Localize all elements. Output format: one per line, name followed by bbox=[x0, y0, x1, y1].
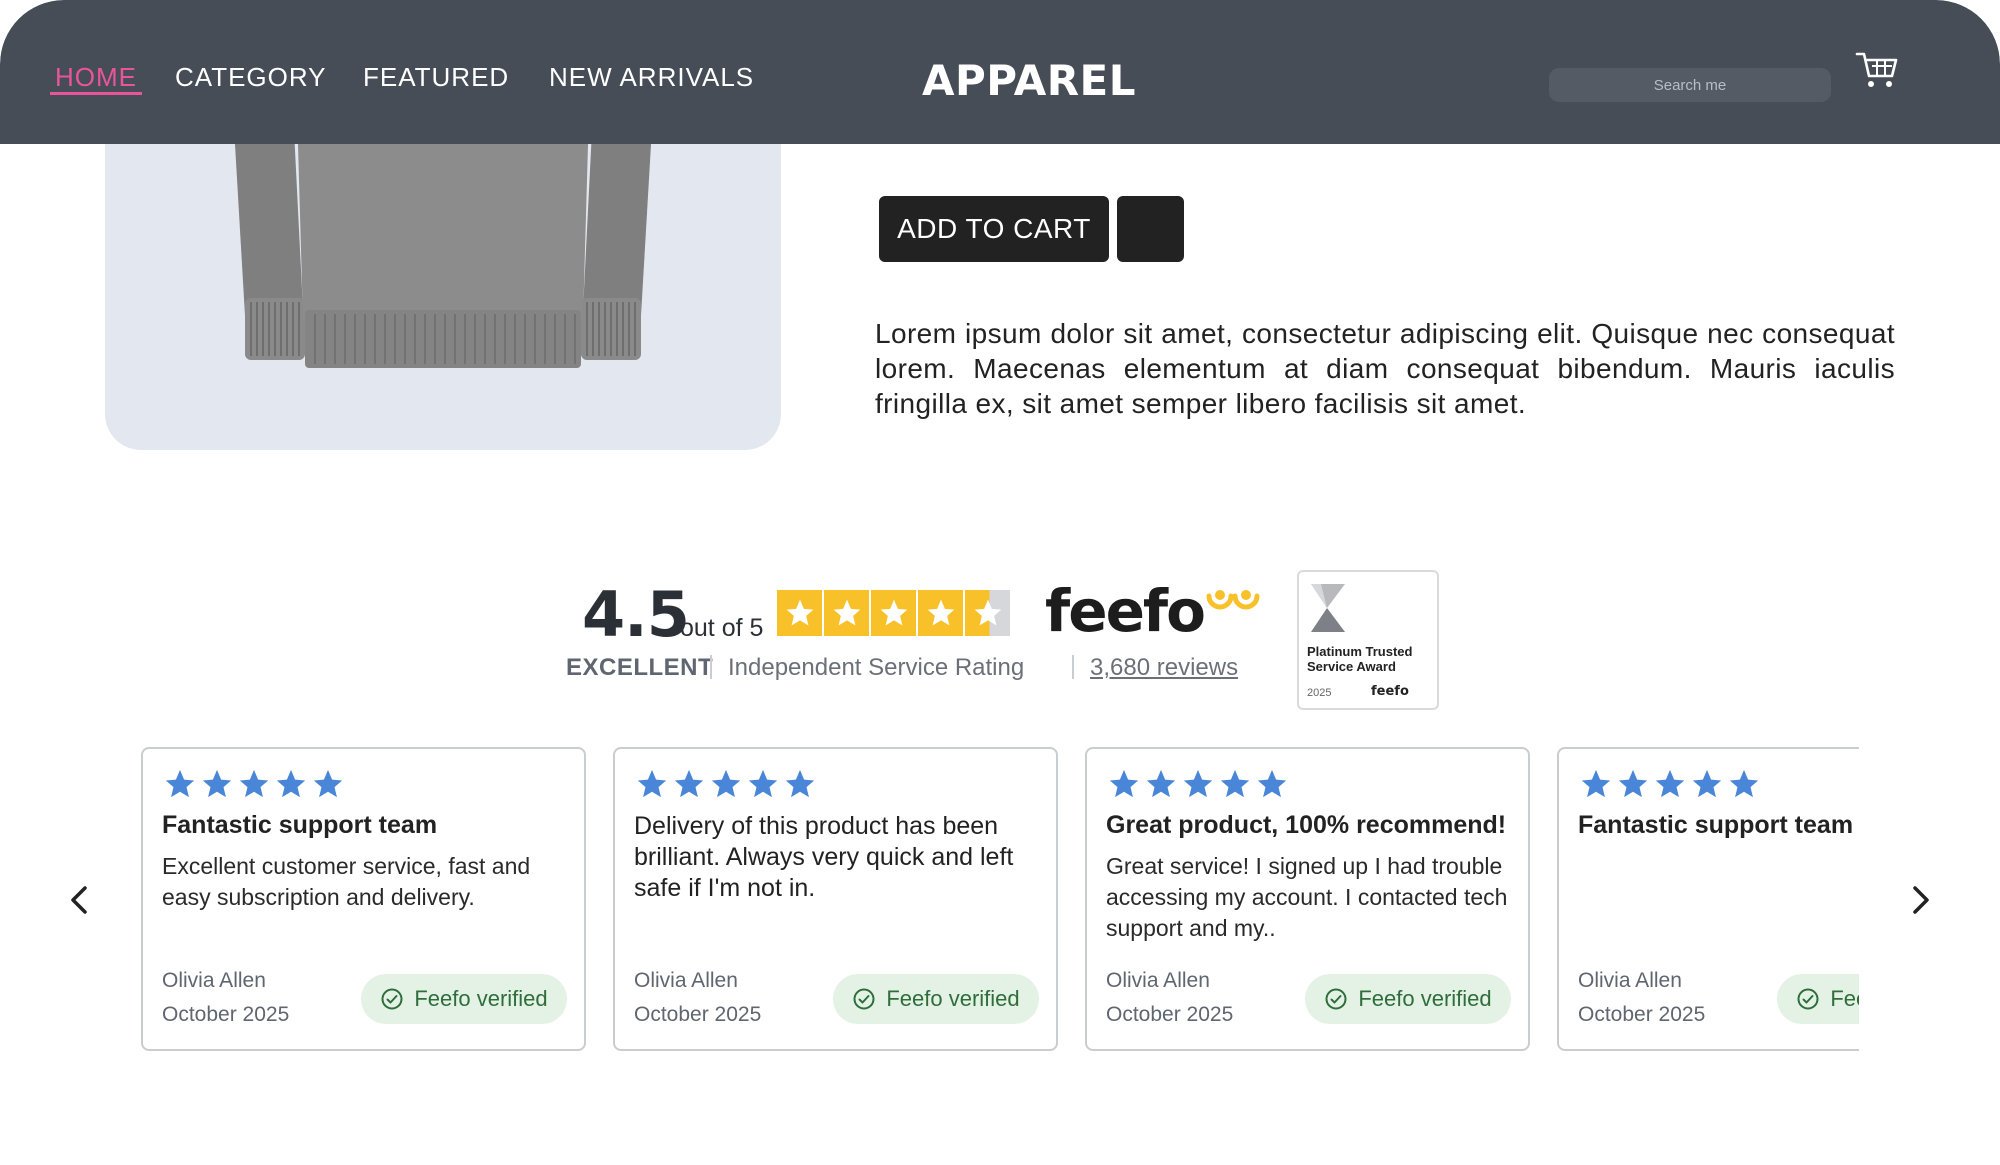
platinum-award-badge: Platinum Trusted Service Award 2025 feef… bbox=[1297, 570, 1439, 710]
feefo-verified-badge[interactable]: Feefo verified bbox=[1777, 974, 1859, 1024]
check-circle-icon bbox=[853, 988, 875, 1010]
rating-star-icon bbox=[777, 590, 822, 636]
check-circle-icon bbox=[381, 988, 403, 1010]
review-title: Great product, 100% recommend! bbox=[1106, 811, 1507, 839]
review-date: October 2025 bbox=[634, 1003, 762, 1026]
feefo-verified-badge[interactable]: Feefo verified bbox=[833, 974, 1039, 1024]
feefo-verified-badge[interactable]: Feefo verified bbox=[361, 974, 567, 1024]
star-icon bbox=[1220, 769, 1250, 798]
check-circle-icon bbox=[1797, 988, 1819, 1010]
star-icon bbox=[637, 769, 667, 798]
review-date: October 2025 bbox=[1106, 1003, 1234, 1026]
star-icon bbox=[1109, 769, 1139, 798]
reviews-count-link[interactable]: 3,680 reviews bbox=[1090, 654, 1238, 682]
verified-label: Feefo verified bbox=[1358, 986, 1492, 1011]
review-date: October 2025 bbox=[162, 1003, 290, 1026]
review-text: Delivery of this product has been brilli… bbox=[634, 812, 1014, 902]
review-card: Delivery of this product has been brilli… bbox=[613, 747, 1058, 1051]
star-icon bbox=[1581, 769, 1611, 798]
star-icon bbox=[785, 769, 815, 798]
review-card: Fantastic support team Olivia Allen Octo… bbox=[1557, 747, 1859, 1051]
divider bbox=[710, 655, 712, 679]
star-icon bbox=[748, 769, 778, 798]
star-icon bbox=[711, 769, 741, 798]
rating-star-icon bbox=[824, 590, 869, 636]
star-icon bbox=[1692, 769, 1722, 798]
product-page: HOME CATEGORY FEATURED NEW ARRIVALS APPA… bbox=[0, 0, 2000, 1165]
nav-active-underline bbox=[50, 92, 142, 95]
verified-label: Feefo verified bbox=[414, 986, 548, 1011]
brand-logo: APPAREL bbox=[922, 56, 1137, 105]
search-input[interactable] bbox=[1549, 68, 1831, 102]
review-title: Fantastic support team bbox=[1578, 811, 1854, 839]
feefo-wordmark: feefo bbox=[1045, 577, 1206, 645]
star-icon bbox=[165, 769, 195, 798]
feefo-verified-badge[interactable]: Feefo verified bbox=[1305, 974, 1511, 1024]
review-body: Great service! I signed up I had trouble… bbox=[1106, 853, 1508, 941]
check-circle-icon bbox=[1325, 988, 1347, 1010]
rating-star-icon bbox=[871, 590, 916, 636]
review-card: Fantastic support team Excellent custome… bbox=[141, 747, 586, 1051]
award-title: Platinum Trusted Service Award bbox=[1307, 644, 1413, 674]
nav-featured[interactable]: FEATURED bbox=[363, 62, 509, 93]
product-description: Lorem ipsum dolor sit amet, consectetur … bbox=[875, 318, 1895, 419]
star-icon bbox=[1257, 769, 1287, 798]
secondary-action-button[interactable] bbox=[1117, 196, 1184, 262]
top-navigation-bar: HOME CATEGORY FEATURED NEW ARRIVALS APPA… bbox=[0, 0, 2000, 144]
star-icon bbox=[1146, 769, 1176, 798]
review-stars bbox=[163, 767, 345, 801]
rating-description: Independent Service Rating bbox=[728, 654, 1025, 681]
verified-label: Feefo verified bbox=[1830, 986, 1859, 1011]
chevron-right-icon[interactable] bbox=[1900, 880, 1940, 920]
nav-home[interactable]: HOME bbox=[55, 62, 137, 93]
reviews-carousel: Fantastic support team Excellent custome… bbox=[141, 747, 1859, 1051]
award-brand: feefo bbox=[1371, 684, 1409, 699]
review-author: Olivia Allen bbox=[1578, 969, 1682, 992]
star-icon bbox=[1655, 769, 1685, 798]
star-icon bbox=[239, 769, 269, 798]
shopping-cart-icon[interactable] bbox=[1855, 50, 1899, 90]
add-to-cart-button[interactable]: ADD TO CART bbox=[879, 196, 1109, 262]
nav-category[interactable]: CATEGORY bbox=[175, 62, 327, 93]
product-image bbox=[105, 110, 781, 450]
rating-star-icon bbox=[918, 590, 963, 636]
review-stars bbox=[635, 767, 817, 801]
award-year: 2025 bbox=[1307, 687, 1332, 699]
feefo-logo: feefo bbox=[1045, 576, 1260, 646]
review-author: Olivia Allen bbox=[634, 969, 738, 992]
rating-out-of: out of 5 bbox=[680, 614, 764, 642]
review-author: Olivia Allen bbox=[1106, 969, 1210, 992]
review-title: Fantastic support team bbox=[162, 811, 438, 839]
rating-label: EXCELLENT bbox=[566, 654, 714, 681]
award-trophy-icon bbox=[1311, 584, 1345, 632]
review-stars bbox=[1579, 767, 1761, 801]
review-card: Great product, 100% recommend! Great ser… bbox=[1085, 747, 1530, 1051]
star-icon bbox=[202, 769, 232, 798]
star-icon bbox=[1183, 769, 1213, 798]
review-date: October 2025 bbox=[1578, 1003, 1706, 1026]
divider bbox=[1072, 655, 1074, 679]
rating-half-star-icon bbox=[965, 590, 1010, 636]
star-icon bbox=[313, 769, 343, 798]
sweater-image bbox=[233, 110, 653, 368]
review-body: Excellent customer service, fast and eas… bbox=[162, 853, 531, 910]
feefo-eyes-icon bbox=[1206, 590, 1260, 610]
nav-new-arrivals[interactable]: NEW ARRIVALS bbox=[549, 62, 754, 93]
rating-score: 4.5 bbox=[582, 578, 690, 651]
chevron-left-icon[interactable] bbox=[60, 880, 100, 920]
review-stars bbox=[1107, 767, 1289, 801]
star-icon bbox=[1618, 769, 1648, 798]
star-icon bbox=[1729, 769, 1759, 798]
review-author: Olivia Allen bbox=[162, 969, 266, 992]
verified-label: Feefo verified bbox=[886, 986, 1020, 1011]
star-icon bbox=[674, 769, 704, 798]
rating-stars bbox=[777, 590, 1010, 636]
star-icon bbox=[276, 769, 306, 798]
